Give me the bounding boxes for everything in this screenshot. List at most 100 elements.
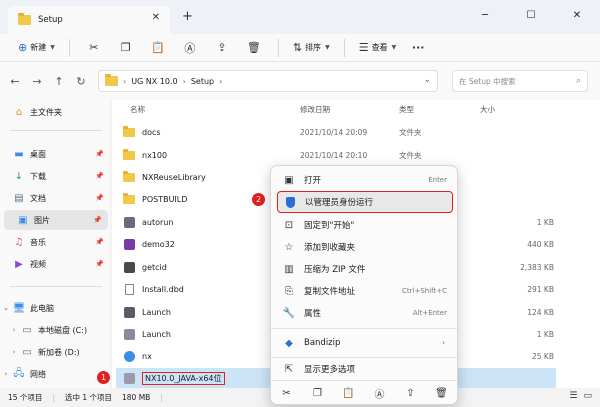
- file-name: NX10.0_JAVA-x64位: [142, 371, 225, 385]
- view-button[interactable]: ☰ 查看 ▼: [353, 36, 403, 60]
- folder-icon: [123, 125, 135, 137]
- star-icon: ☆: [284, 241, 294, 253]
- pin-icon[interactable]: 📌: [93, 216, 102, 224]
- delete-icon[interactable]: 🗑: [426, 388, 457, 399]
- column-header-size[interactable]: 大小: [480, 104, 495, 115]
- column-header-name[interactable]: 名称: [130, 104, 145, 115]
- paste-icon[interactable]: 📋: [142, 41, 174, 54]
- status-size: 180 MB: [122, 393, 151, 402]
- pin-icon[interactable]: 📌: [95, 172, 104, 180]
- sidebar-item-label: 文档: [30, 193, 46, 203]
- breadcrumb-setup[interactable]: Setup: [191, 77, 214, 86]
- more-button[interactable]: ···: [402, 41, 434, 54]
- menu-item-pin-start[interactable]: ⊡ 固定到"开始": [277, 214, 453, 236]
- rename-icon[interactable]: Ⓐ: [174, 40, 206, 56]
- menu-item-properties[interactable]: 🔧 属性 Alt+Enter: [277, 302, 453, 324]
- cut-icon[interactable]: ✂: [271, 388, 302, 399]
- picture-icon: ▣: [18, 214, 28, 226]
- menu-item-label: Bandizip: [304, 338, 341, 348]
- chevron-right-icon[interactable]: ›: [0, 370, 12, 378]
- file-date: 2021/10/14 20:09: [300, 127, 368, 137]
- menu-item-copy-path[interactable]: ⎘ 复制文件地址 Ctrl+Shift+C: [277, 280, 453, 302]
- details-view-icon[interactable]: ☰: [569, 391, 577, 401]
- up-arrow-icon[interactable]: ↑: [48, 75, 70, 88]
- address-bar[interactable]: › UG NX 10.0 › Setup › ⌄: [98, 70, 438, 92]
- sidebar-item-network[interactable]: › 🖧 网络: [0, 364, 110, 384]
- chevron-right-icon[interactable]: ›: [8, 326, 20, 334]
- minimize-button[interactable]: ─: [462, 0, 508, 30]
- pin-icon[interactable]: 📌: [95, 194, 104, 202]
- breadcrumb-ugnx[interactable]: UG NX 10.0: [131, 77, 177, 86]
- folder-icon: [123, 170, 135, 182]
- sidebar-item-label: 新加卷 (D:): [38, 347, 80, 357]
- back-arrow-icon[interactable]: ←: [4, 75, 26, 88]
- rename-icon[interactable]: Ⓐ: [364, 386, 395, 401]
- paste-icon[interactable]: 📋: [333, 388, 364, 399]
- sidebar-item-music[interactable]: ♫ 音乐 📌: [0, 232, 110, 252]
- plus-circle-icon: ⊕: [18, 41, 28, 54]
- chevron-down-icon[interactable]: ⌄: [0, 304, 12, 312]
- sidebar-item-pictures[interactable]: ▣ 图片 📌: [4, 210, 108, 230]
- menu-item-label: 添加到收藏夹: [304, 243, 356, 253]
- folder-icon: [123, 192, 135, 204]
- delete-icon[interactable]: 🗑: [238, 41, 270, 54]
- address-dropdown-icon[interactable]: ⌄: [423, 75, 431, 85]
- file-type: 文件夹: [399, 127, 422, 137]
- address-row: ← → ↑ ↻ › UG NX 10.0 › Setup › ⌄ 在 Setup…: [0, 62, 600, 100]
- view-icon: ☰: [358, 41, 369, 54]
- forward-arrow-icon[interactable]: →: [26, 75, 48, 88]
- column-header-type[interactable]: 类型: [399, 104, 414, 115]
- refresh-icon[interactable]: ↻: [70, 75, 92, 88]
- file-size: 2,383 KB: [520, 262, 554, 272]
- menu-item-more-options[interactable]: ⇱ 显示更多选项: [277, 358, 453, 380]
- view-toggles: ☰ ▭: [569, 391, 592, 401]
- table-row[interactable]: docs 2021/10/14 20:09 文件夹: [116, 121, 556, 143]
- share-icon[interactable]: ⇪: [395, 388, 426, 399]
- sidebar-item-drive-d[interactable]: › ▭ 新加卷 (D:): [0, 342, 110, 362]
- sidebar-item-label: 桌面: [30, 149, 46, 159]
- sidebar-item-desktop[interactable]: ▬ 桌面 📌: [0, 144, 110, 164]
- sidebar-item-home[interactable]: ⌂ 主文件夹: [0, 102, 110, 122]
- folder-icon: [18, 13, 31, 25]
- new-tab-button[interactable]: +: [182, 9, 193, 24]
- tiles-view-icon[interactable]: ▭: [583, 391, 592, 401]
- table-row[interactable]: nx100 2021/10/14 20:10 文件夹: [116, 144, 556, 166]
- pin-icon[interactable]: 📌: [95, 238, 104, 246]
- menu-item-add-favorites[interactable]: ☆ 添加到收藏夹: [277, 236, 453, 258]
- new-button[interactable]: ⊕ 新建 ▼: [12, 36, 61, 60]
- close-button[interactable]: ✕: [554, 0, 600, 30]
- sidebar-item-drive-c[interactable]: › ▭ 本地磁盘 (C:): [0, 320, 110, 340]
- bandizip-icon: ◆: [285, 337, 293, 349]
- menu-item-compress-zip[interactable]: ▥ 压缩为 ZIP 文件: [277, 258, 453, 280]
- menu-shortcut: Ctrl+Shift+C: [402, 287, 447, 295]
- drive-icon: ▭: [22, 324, 32, 336]
- tab-close-icon[interactable]: ✕: [152, 12, 160, 23]
- menu-item-open[interactable]: ▣ 打开 Enter: [277, 169, 453, 191]
- file-name: nx100: [142, 150, 168, 160]
- tab-setup[interactable]: Setup ✕: [8, 6, 170, 34]
- maximize-button[interactable]: ☐: [508, 0, 554, 30]
- share-icon[interactable]: ⇪: [206, 41, 238, 54]
- sidebar-item-downloads[interactable]: ↓ 下载 📌: [0, 166, 110, 186]
- cut-icon[interactable]: ✂: [78, 41, 110, 54]
- column-header-date[interactable]: 修改日期: [300, 104, 330, 115]
- copy-icon[interactable]: ❐: [110, 41, 142, 54]
- sidebar-item-documents[interactable]: ▤ 文档 📌: [0, 188, 110, 208]
- context-menu: ▣ 打开 Enter 以管理员身份运行 ⊡ 固定到"开始" ☆ 添加到收藏夹 ▥…: [270, 165, 458, 405]
- sort-button[interactable]: ⇅ 排序 ▼: [287, 36, 336, 60]
- divider: |: [160, 393, 163, 402]
- folder-icon: [123, 148, 135, 160]
- copy-icon[interactable]: ❐: [302, 388, 333, 399]
- divider: [10, 130, 102, 131]
- pin-icon[interactable]: 📌: [95, 260, 104, 268]
- pin-icon[interactable]: 📌: [95, 150, 104, 158]
- search-input[interactable]: 在 Setup 中搜索 ⌕: [452, 70, 588, 92]
- window-controls: ─ ☐ ✕: [462, 0, 600, 30]
- menu-item-run-as-admin[interactable]: 以管理员身份运行: [277, 191, 453, 213]
- menu-item-bandizip[interactable]: ◆ Bandizip ›: [277, 332, 453, 354]
- sidebar-item-label: 此电脑: [30, 303, 54, 313]
- sidebar-item-videos[interactable]: ▶ 视频 📌: [0, 254, 110, 274]
- step-badge-2: 2: [252, 193, 265, 206]
- sidebar-item-this-pc[interactable]: ⌄ 🖥 此电脑: [0, 298, 110, 318]
- chevron-right-icon[interactable]: ›: [8, 348, 20, 356]
